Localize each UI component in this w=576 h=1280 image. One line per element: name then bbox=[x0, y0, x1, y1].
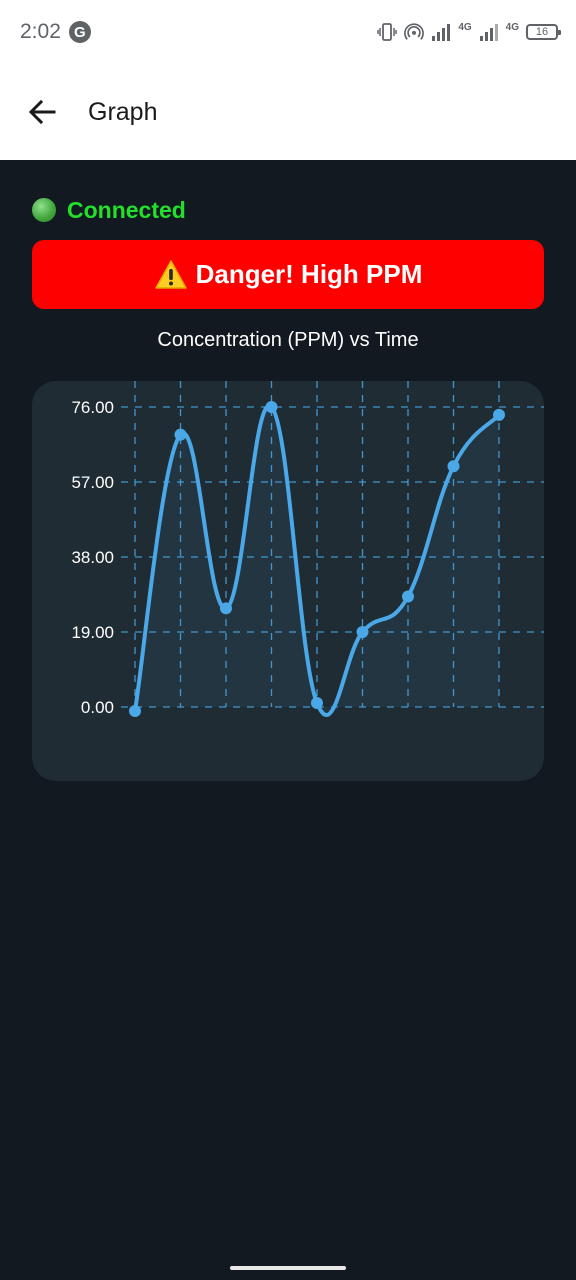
network-type-label-2: 4G bbox=[505, 21, 519, 33]
status-bar: 2:02 G 4G 4G 16 bbox=[0, 0, 576, 64]
warning-icon bbox=[154, 259, 187, 289]
alert-text: Danger! High PPM bbox=[195, 259, 423, 289]
line-chart: 76.00 57.00 38.00 19.00 0.00 bbox=[71, 381, 544, 717]
app-bar: Graph bbox=[0, 64, 576, 160]
arrow-left-icon bbox=[28, 99, 56, 125]
green-circle-icon bbox=[32, 198, 56, 222]
status-time: 2:02 bbox=[20, 20, 61, 43]
connection-status-label: Connected bbox=[67, 196, 186, 223]
hotspot-icon bbox=[404, 21, 425, 43]
signal-icon-2 bbox=[479, 21, 499, 43]
danger-alert-banner: Danger! High PPM bbox=[32, 240, 544, 309]
chart-title: Concentration (PPM) vs Time bbox=[157, 329, 419, 351]
data-point bbox=[493, 408, 505, 421]
data-point bbox=[447, 460, 460, 473]
page-title: Graph bbox=[88, 97, 158, 126]
y-tick-label: 38.00 bbox=[71, 548, 114, 567]
data-point bbox=[356, 626, 369, 638]
y-tick-label: 0.00 bbox=[81, 698, 114, 717]
y-tick-label: 76.00 bbox=[71, 398, 114, 417]
chart-card: 76.00 57.00 38.00 19.00 0.00 bbox=[32, 381, 544, 781]
status-icons: 4G 4G 16 bbox=[377, 21, 561, 43]
battery-icon: 16 bbox=[526, 24, 561, 40]
data-point bbox=[311, 697, 323, 710]
data-point bbox=[402, 590, 414, 603]
vibrate-icon bbox=[377, 21, 398, 43]
back-button[interactable] bbox=[16, 86, 68, 138]
home-indicator[interactable] bbox=[230, 1266, 346, 1270]
main-content: Connected Danger! High PPM Concentration… bbox=[32, 160, 544, 781]
y-tick-label: 19.00 bbox=[71, 623, 114, 642]
network-type-label: 4G bbox=[458, 21, 472, 33]
data-point bbox=[129, 704, 141, 717]
data-point bbox=[220, 602, 232, 615]
y-tick-label: 57.00 bbox=[71, 473, 114, 492]
signal-icon bbox=[431, 21, 451, 43]
data-point bbox=[265, 401, 278, 413]
data-point bbox=[174, 428, 187, 441]
google-icon: G bbox=[68, 21, 91, 43]
y-axis-labels: 76.00 57.00 38.00 19.00 0.00 bbox=[71, 398, 114, 717]
connection-status: Connected bbox=[32, 196, 544, 224]
